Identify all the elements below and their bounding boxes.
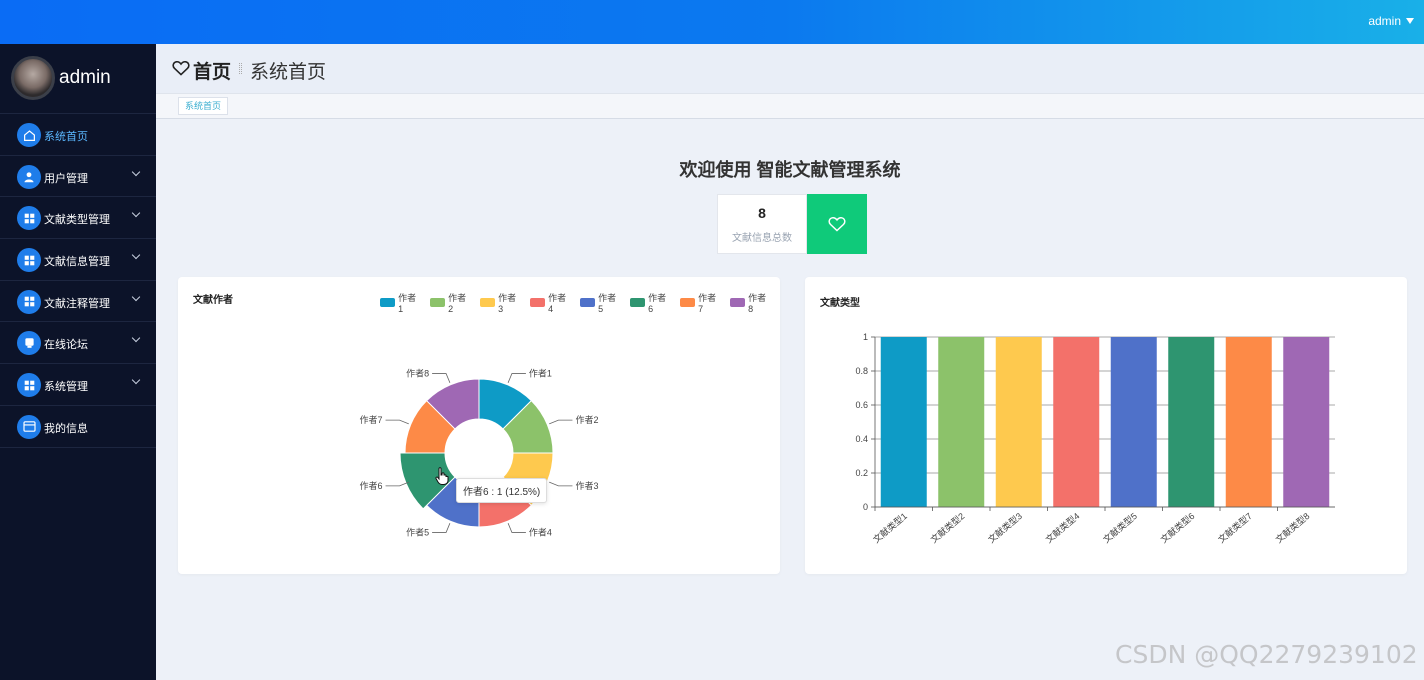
stat-heart-button[interactable]	[807, 194, 867, 254]
pie-label: 作者8	[406, 368, 429, 379]
sidebar-item-label: 我的信息	[44, 422, 88, 435]
sidebar-item-label: 系统首页	[44, 131, 88, 143]
heart-icon	[172, 60, 190, 76]
bar[interactable]	[1053, 337, 1100, 507]
profile: admin	[0, 44, 156, 114]
chevron-down-icon	[131, 334, 141, 343]
pie-label: 作者5	[406, 526, 429, 537]
type-bar-chart[interactable]: 00.20.40.60.81文献类型1 文献类型2 文献类型3 文献类型4 文献类型5 文…	[805, 277, 1407, 574]
grid-icon	[17, 248, 41, 273]
x-tick-label: 文献类型3	[986, 510, 1024, 545]
avatar	[11, 56, 55, 100]
title-separator	[239, 63, 242, 74]
sidebar-item-label: 用户管理	[44, 172, 88, 185]
grid-icon	[17, 373, 41, 398]
bar[interactable]	[938, 337, 985, 507]
author-donut-chart[interactable]: 作者1 作者2 作者3 作者4 作者5 作者6 作者7 作者8	[178, 277, 780, 574]
bar[interactable]	[1168, 337, 1215, 507]
x-tick-label: 文献类型2	[928, 510, 966, 545]
grid-icon	[17, 289, 41, 314]
forum-icon	[17, 331, 41, 356]
sidebar-item-label: 文献注释管理	[44, 297, 110, 310]
stat-card: 8 文献信息总数	[717, 194, 807, 254]
bar[interactable]	[1283, 337, 1330, 507]
sidebar-item-label: 在线论坛	[44, 339, 88, 352]
y-tick-label: 0	[863, 502, 868, 512]
sidebar-item-1[interactable]: 系统首页	[0, 114, 156, 156]
page-title: 首页	[193, 62, 232, 83]
chart-tooltip: 作者6 : 1 (12.5%)	[456, 478, 548, 503]
page-subtitle: 系统首页	[250, 62, 327, 83]
sidebar-item-label: 系统管理	[44, 381, 88, 394]
card-icon	[17, 414, 41, 439]
chevron-down-icon	[131, 375, 141, 385]
x-tick-label: 文献类型4	[1043, 510, 1081, 545]
sidebar-menu: 系统首页用户管理文献类型管理 文献信息管理 文献注释管理 在线论坛系统管理我的信息	[0, 114, 156, 448]
chevron-down-icon	[131, 250, 141, 260]
top-bar: admin	[0, 0, 1424, 44]
label-leader-line	[385, 419, 409, 425]
x-tick-label: 文献类型1	[871, 510, 909, 545]
label-leader-line	[432, 523, 451, 533]
y-tick-label: 1	[863, 332, 868, 342]
pie-label: 作者2	[575, 414, 598, 425]
bar[interactable]	[1225, 337, 1272, 507]
watermark: CSDN @QQ2279239102	[1115, 640, 1418, 669]
chevron-down-icon	[131, 167, 141, 176]
label-leader-line	[507, 373, 526, 383]
sidebar-item-8[interactable]: 我的信息	[0, 406, 156, 448]
sidebar-item-label: 文献信息管理	[44, 256, 110, 269]
sidebar-item-label: 文献类型管理	[44, 214, 110, 227]
x-tick-label: 文献类型5	[1101, 510, 1139, 545]
page-header: 首页 系统首页	[156, 44, 1424, 94]
main-content: 首页 系统首页 系统首页 欢迎使用 智能文献管理系统 8 文献信息总数 文献作者…	[156, 44, 1424, 680]
y-tick-label: 0.4	[855, 434, 868, 444]
heart-icon	[828, 217, 846, 232]
pie-label: 作者4	[529, 526, 552, 537]
pie-label: 作者7	[360, 414, 383, 425]
bar[interactable]	[995, 337, 1042, 507]
grid-icon	[17, 206, 41, 231]
tab-home[interactable]: 系统首页	[178, 97, 229, 115]
label-leader-line	[507, 523, 526, 533]
welcome-heading: 欢迎使用 智能文献管理系统	[679, 160, 901, 180]
hand-cursor-icon	[435, 467, 449, 485]
x-tick-label: 文献类型7	[1216, 510, 1254, 545]
x-tick-label: 文献类型6	[1158, 510, 1196, 545]
chevron-down-icon	[131, 209, 141, 218]
author-chart-card: 文献作者 作者1 作者2 作者3 作者4 作者5 作者6 作者7 作者8 作者1 作者2 作者3 作…	[178, 277, 780, 574]
sidebar-item-3[interactable]: 文献类型管理	[0, 197, 156, 240]
pie-label: 作者1	[529, 368, 552, 379]
sidebar-item-2[interactable]: 用户管理	[0, 156, 156, 198]
label-leader-line	[432, 373, 451, 383]
y-tick-label: 0.6	[855, 400, 868, 410]
bar[interactable]	[880, 337, 927, 507]
sidebar-item-6[interactable]: 在线论坛	[0, 322, 156, 365]
chevron-down-icon	[131, 292, 141, 301]
pie-label: 作者3	[575, 480, 598, 491]
stat-value: 8	[758, 205, 766, 221]
user-name: admin	[1368, 14, 1401, 28]
home-icon	[17, 123, 41, 147]
user-dropdown[interactable]: admin	[1368, 14, 1414, 28]
bar[interactable]	[1110, 337, 1157, 507]
y-tick-label: 0.2	[855, 468, 868, 478]
tab-bar: 系统首页	[156, 94, 1424, 119]
sidebar: admin 系统首页用户管理文献类型管理 文献信息管理 文献注释管理 在线论坛系统管理…	[0, 44, 156, 680]
label-leader-line	[549, 419, 573, 425]
user-icon	[17, 164, 41, 189]
x-tick-label: 文献类型8	[1273, 510, 1311, 545]
caret-down-icon	[1406, 18, 1414, 24]
profile-name: admin	[59, 67, 111, 88]
sidebar-item-4[interactable]: 文献信息管理	[0, 239, 156, 281]
type-chart-card: 文献类型 0 0.2 0.4 0.6 0.8 1 文献类型1 文献类型2 文献类型3 文献类型4 文…	[805, 277, 1407, 574]
pie-label: 作者6	[360, 480, 383, 491]
sidebar-item-7[interactable]: 系统管理	[0, 364, 156, 406]
y-tick-label: 0.8	[855, 366, 868, 376]
stat-label: 文献信息总数	[732, 233, 792, 244]
label-leader-line	[549, 481, 573, 487]
sidebar-item-5[interactable]: 文献注释管理	[0, 281, 156, 323]
